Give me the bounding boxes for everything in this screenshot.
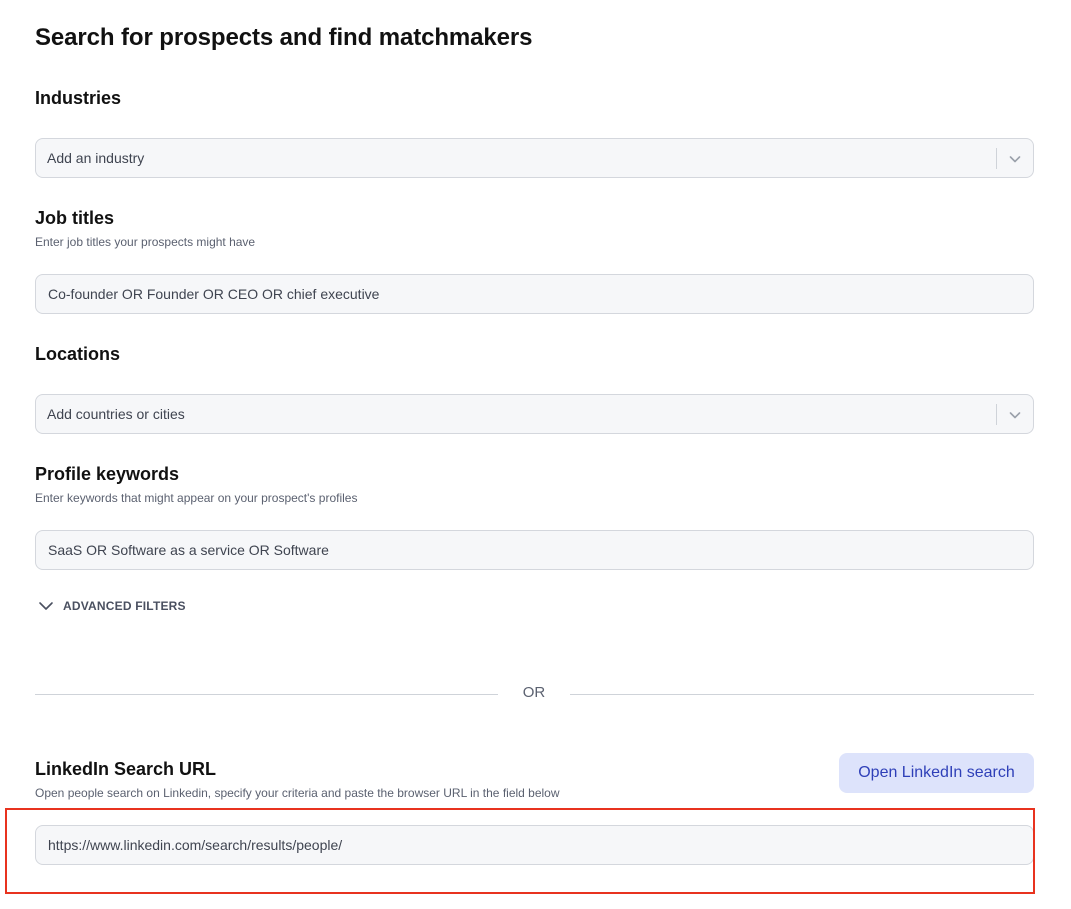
locations-label: Locations	[35, 344, 120, 365]
job-titles-hint: Enter job titles your prospects might ha…	[35, 235, 255, 249]
job-titles-field-wrapper	[35, 274, 1034, 314]
job-titles-label: Job titles	[35, 208, 114, 229]
industries-label: Industries	[35, 88, 121, 109]
linkedin-url-input[interactable]	[36, 826, 1033, 864]
locations-select[interactable]: Add countries or cities	[35, 394, 1034, 434]
select-separator	[996, 148, 997, 169]
linkedin-url-label: LinkedIn Search URL	[35, 759, 216, 780]
open-linkedin-search-button[interactable]: Open LinkedIn search	[839, 753, 1034, 793]
profile-keywords-field-wrapper	[35, 530, 1034, 570]
locations-placeholder: Add countries or cities	[47, 406, 185, 422]
profile-keywords-input[interactable]	[36, 531, 1033, 569]
chevron-down-icon[interactable]	[1007, 151, 1023, 167]
select-separator	[996, 404, 997, 425]
chevron-down-icon	[37, 598, 55, 614]
profile-keywords-label: Profile keywords	[35, 464, 179, 485]
linkedin-url-field-wrapper	[35, 825, 1034, 865]
advanced-filters-label: ADVANCED FILTERS	[63, 599, 186, 613]
chevron-down-icon[interactable]	[1007, 407, 1023, 423]
page-title: Search for prospects and find matchmaker…	[35, 24, 532, 52]
linkedin-url-hint: Open people search on Linkedin, specify …	[35, 786, 560, 800]
job-titles-input[interactable]	[36, 275, 1033, 313]
advanced-filters-toggle[interactable]: ADVANCED FILTERS	[37, 598, 186, 614]
divider-line-right	[570, 694, 1034, 695]
industries-placeholder: Add an industry	[47, 150, 144, 166]
industries-select[interactable]: Add an industry	[35, 138, 1034, 178]
divider-line-left	[35, 694, 498, 695]
divider-or-label: OR	[498, 684, 570, 701]
profile-keywords-hint: Enter keywords that might appear on your…	[35, 491, 357, 505]
